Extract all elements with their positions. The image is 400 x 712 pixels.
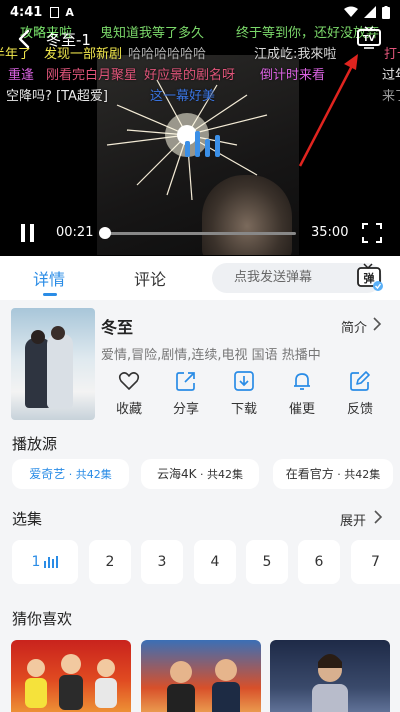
source-count: · 共42集 (65, 468, 112, 481)
remind-button[interactable]: 催更 (272, 370, 332, 417)
tab-indicator (43, 293, 57, 296)
pause-icon[interactable] (20, 224, 36, 242)
back-arrow-icon[interactable] (14, 28, 36, 50)
danmu-comment: 过年 (382, 68, 400, 83)
bell-icon (294, 373, 310, 390)
remind-label: 催更 (288, 402, 315, 417)
tv-cast-icon[interactable]: TV (356, 26, 382, 50)
recommend-card[interactable] (11, 640, 131, 712)
signal-icon (364, 6, 376, 18)
source-chip[interactable]: 云海4K · 共42集 (141, 459, 259, 489)
episode-number: 4 (210, 554, 220, 570)
source-name: 爱奇艺 (29, 467, 66, 481)
episodes-title: 选集 (12, 510, 43, 528)
buffering-indicator (185, 131, 220, 157)
player-top-bar: 冬至-1 TV (0, 24, 400, 54)
episode-number: 2 (105, 554, 115, 570)
heart-icon (118, 372, 140, 390)
danmu-comment: 好应景的剧名呀 (144, 68, 236, 83)
brief-link[interactable]: 简介 (341, 317, 367, 336)
danmu-comment: 空降吗? [TA超爱] (6, 89, 109, 104)
wifi-icon (344, 6, 358, 17)
status-time: 4:41 (10, 4, 43, 20)
app-root: 4:41 A 攻略来啦 鬼知道我等了多久 终于等到你，还好没放弃 年了 发现一部… (0, 0, 400, 712)
video-title: 冬至-1 (46, 31, 91, 49)
download-button[interactable]: 下载 (214, 370, 274, 417)
status-a-icon: A (65, 5, 74, 19)
tab-details[interactable]: 详情 (33, 266, 65, 290)
detail-tabs: 详情 评论 点我发送弹幕 弹 (0, 256, 400, 300)
danmu-toggle-icon[interactable]: 弹 (356, 262, 384, 292)
share-button[interactable]: 分享 (156, 370, 216, 417)
player-controls: 00:21 35:00 (0, 218, 400, 248)
show-title: 冬至 (101, 318, 134, 337)
poster-figure (47, 334, 73, 408)
recommend-card[interactable] (141, 640, 261, 712)
source-name: 云海4K (156, 467, 197, 481)
sources-title: 播放源 (12, 435, 58, 453)
episode-button[interactable]: 1 (12, 540, 78, 584)
current-time: 00:21 (56, 225, 94, 240)
feedback-icon (350, 371, 370, 391)
status-notification-icon (50, 6, 60, 18)
danmu-comment: 倒计时来看 (260, 68, 326, 83)
episode-button[interactable]: 3 (141, 540, 183, 584)
recommend-card[interactable] (270, 640, 390, 712)
video-player[interactable]: 4:41 A 攻略来啦 鬼知道我等了多久 终于等到你，还好没放弃 年了 发现一部… (0, 0, 400, 256)
danmu-toggle-label: 弹 (364, 271, 375, 285)
tab-comments[interactable]: 评论 (134, 266, 166, 290)
download-label: 下载 (230, 402, 257, 417)
source-chip[interactable]: 爱奇艺 · 共42集 (12, 459, 129, 489)
episode-number: 6 (314, 554, 324, 570)
recommend-title: 猜你喜欢 (12, 610, 73, 628)
progress-track[interactable] (103, 232, 296, 235)
chevron-right-icon[interactable] (373, 510, 383, 524)
fullscreen-icon[interactable] (362, 223, 382, 243)
source-count: · 共42集 (333, 468, 381, 481)
episode-button[interactable]: 7 (351, 540, 400, 584)
poster-figure (31, 330, 45, 344)
battery-icon (382, 5, 390, 19)
chevron-right-icon[interactable] (372, 317, 382, 331)
share-label: 分享 (172, 402, 199, 417)
danmu-comment: 重逢 (8, 68, 35, 83)
danmu-comment: 这一幕好美 (150, 89, 216, 104)
source-name: 在看官方 (285, 467, 334, 481)
share-icon (176, 372, 195, 391)
show-info: 冬至 简介 爱情,冒险,剧情,连续,电视 国语 热播中 收藏 分享 下载 催更 (0, 300, 400, 430)
source-count: · 共42集 (196, 468, 243, 481)
feedback-button[interactable]: 反馈 (330, 370, 390, 417)
episode-number: 5 (262, 554, 272, 570)
source-chip[interactable]: 在看官方 · 共42集 (273, 459, 393, 489)
show-poster[interactable] (11, 308, 95, 420)
download-icon (234, 371, 254, 391)
expand-link[interactable]: 展开 (340, 510, 366, 529)
recommend-poster-image (312, 654, 348, 712)
episode-button[interactable]: 5 (246, 540, 288, 584)
episode-button[interactable]: 2 (89, 540, 131, 584)
favorite-label: 收藏 (115, 402, 142, 417)
recommend-poster-image (167, 659, 240, 712)
episode-number: 7 (371, 554, 380, 570)
episode-number: 3 (157, 554, 167, 570)
show-tags: 爱情,冒险,剧情,连续,电视 国语 热播中 (101, 348, 321, 363)
svg-text:TV: TV (363, 34, 375, 43)
danmu-comment: 来了 (382, 89, 400, 104)
danmu-comment: 刚看完白月聚星 (46, 68, 138, 83)
episode-number: 1 (31, 554, 41, 570)
episode-button[interactable]: 6 (298, 540, 340, 584)
playing-indicator (44, 556, 59, 568)
action-bar: 收藏 分享 下载 催更 反馈 (101, 370, 391, 420)
feedback-label: 反馈 (346, 402, 373, 417)
episode-button[interactable]: 4 (194, 540, 236, 584)
duration: 35:00 (311, 225, 349, 240)
poster-figure (51, 326, 65, 340)
recommend-poster-image (25, 654, 117, 710)
progress-thumb[interactable] (98, 227, 111, 239)
favorite-button[interactable]: 收藏 (99, 370, 159, 417)
status-bar: 4:41 A (0, 0, 400, 24)
